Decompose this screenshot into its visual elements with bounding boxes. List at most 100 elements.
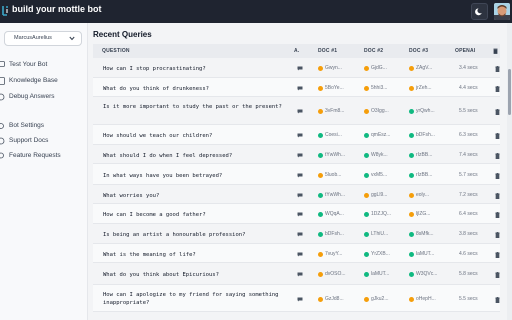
sidebar-item-label: Test Your Bot: [9, 61, 48, 68]
doc-id: ggLl9...: [371, 192, 388, 198]
status-dot: [318, 212, 323, 217]
sidebar-item-feature-requests[interactable]: Feature Requests: [0, 151, 88, 162]
table-row[interactable]: How can I stop procrastinating? Gwyn... Gj…: [93, 58, 500, 78]
status-dot: [409, 272, 414, 277]
sidebar: MarcusAurelius Test Your Bot Knowledge B…: [0, 23, 88, 320]
status-dot: [364, 109, 369, 114]
scrollbar[interactable]: [507, 23, 512, 320]
answer-icon[interactable]: [297, 193, 303, 198]
sidebar-item-label: Knowledge Base: [9, 77, 58, 84]
answer-icon[interactable]: [297, 66, 303, 71]
status-dot: [364, 66, 369, 71]
scrollbar-thumb[interactable]: [508, 69, 511, 115]
book-icon: [0, 77, 5, 85]
user-select[interactable]: MarcusAurelius: [4, 31, 82, 46]
delete-icon[interactable]: [495, 153, 500, 159]
question-text: What should I do when I feel depressed?: [103, 153, 233, 159]
status-dot: [409, 193, 414, 198]
sidebar-item-bot-settings[interactable]: Bot Settings: [0, 121, 88, 132]
answer-icon[interactable]: [297, 133, 303, 138]
table-row[interactable]: What should I do when I feel depressed? t…: [93, 145, 500, 164]
table-row[interactable]: What do you think about Epicurious? dvOSO…: [93, 263, 500, 285]
sidebar-item-test-your-bot[interactable]: Test Your Bot: [0, 60, 88, 71]
sidebar-item-label: Support Docs: [9, 137, 49, 144]
delete-icon[interactable]: [495, 252, 500, 258]
status-dot: [318, 193, 323, 198]
table-row[interactable]: What is the meaning of life? 7vuyY... YrZX…: [93, 244, 500, 263]
sidebar-item-debug-answers[interactable]: Debug Answers: [0, 92, 88, 103]
doc-id: 7vuyY...: [325, 251, 343, 257]
app-title: build your mottle bot: [12, 4, 102, 14]
delete-icon[interactable]: [495, 133, 500, 139]
answer-icon[interactable]: [297, 109, 303, 114]
answer-icon[interactable]: [297, 252, 303, 257]
question-text: What worries you?: [103, 193, 160, 199]
sidebar-item-support-docs[interactable]: Support Docs: [0, 136, 88, 147]
openai-time: 5.5 secs: [459, 296, 478, 302]
delete-icon[interactable]: [495, 297, 500, 303]
answer-icon[interactable]: [297, 173, 303, 178]
column-header-doc3: DOC #3: [409, 48, 429, 54]
question-text: What do you think about Epicurious?: [103, 272, 219, 278]
trash-icon: [493, 48, 498, 54]
answer-icon[interactable]: [297, 272, 303, 277]
table-row[interactable]: How should we teach our children? Coesi..…: [93, 125, 500, 145]
status-dot: [409, 86, 414, 91]
question-text: In what ways have you been betrayed?: [103, 173, 223, 179]
answer-icon[interactable]: [297, 153, 303, 158]
openai-time: 7.4 secs: [459, 152, 478, 158]
status-dot: [318, 86, 323, 91]
delete-icon[interactable]: [495, 109, 500, 115]
openai-time: 6.4 secs: [459, 211, 478, 217]
delete-icon[interactable]: [495, 173, 500, 179]
status-dot: [409, 173, 414, 178]
table-row[interactable]: How can I apologize to my friend for say…: [93, 285, 500, 312]
delete-icon[interactable]: [495, 212, 500, 218]
answer-icon[interactable]: [297, 212, 303, 217]
delete-icon[interactable]: [495, 272, 500, 278]
status-dot: [318, 66, 323, 71]
delete-icon[interactable]: [495, 232, 500, 238]
table-row[interactable]: What do you think of drunkeness? 5BoYe...…: [93, 78, 500, 97]
doc-id: 1DZJQ...: [371, 211, 392, 217]
table-row[interactable]: What worries you? tYwWh... ggLl9... eoly...…: [93, 185, 500, 204]
theme-toggle-button[interactable]: [471, 3, 488, 20]
answer-icon[interactable]: [297, 232, 303, 237]
table-header: QUESTION A. DOC #1 DOC #2 DOC #3 OPENAI: [93, 44, 500, 58]
main-content: Recent Queries QUESTION A. DOC #1 DOC #2…: [89, 23, 512, 320]
openai-time: 4.4 secs: [459, 85, 478, 91]
doc-id: laMUT...: [371, 271, 390, 277]
table-row[interactable]: Is being an artist a honourable professi…: [93, 224, 500, 244]
doc-id: Coesi...: [325, 132, 342, 138]
doc-id: oHepH...: [416, 296, 436, 302]
chat-icon: [0, 61, 5, 67]
doc-id: W8yk...: [371, 152, 388, 158]
doc-id: LThiU...: [371, 231, 389, 237]
table-row[interactable]: How can I become a good father? WQqA... 1D…: [93, 204, 500, 224]
question-text: What is the meaning of life?: [103, 252, 196, 258]
question-text: How should we teach our children?: [103, 133, 213, 139]
doc-id: bDFsh...: [416, 132, 435, 138]
doc-id: tYwWh...: [325, 192, 346, 198]
lightbulb-icon: [0, 152, 4, 159]
column-header-answer: A.: [294, 48, 300, 54]
delete-icon[interactable]: [495, 66, 500, 72]
question-text: What do you think of drunkeness?: [103, 86, 209, 92]
doc-id: ljlZG...: [416, 211, 431, 217]
delete-icon[interactable]: [495, 86, 500, 92]
answer-icon[interactable]: [297, 297, 303, 302]
sidebar-item-label: Feature Requests: [9, 152, 61, 159]
openai-time: 3.8 secs: [459, 231, 478, 237]
delete-icon[interactable]: [495, 193, 500, 199]
openai-time: 5.8 secs: [459, 271, 478, 277]
status-dot: [318, 232, 323, 237]
status-dot: [318, 297, 323, 302]
sidebar-item-label: Bot Settings: [9, 122, 45, 129]
doc-id: yrQwh...: [416, 108, 435, 114]
table-row[interactable]: In what ways have you been betrayed? 5luo…: [93, 164, 500, 185]
table-row[interactable]: Is it more important to study the past o…: [93, 97, 500, 125]
doc-id: 3vFm8...: [325, 108, 345, 114]
answer-icon[interactable]: [297, 86, 303, 91]
sidebar-item-knowledge-base[interactable]: Knowledge Base: [0, 76, 88, 87]
avatar[interactable]: [494, 3, 510, 20]
